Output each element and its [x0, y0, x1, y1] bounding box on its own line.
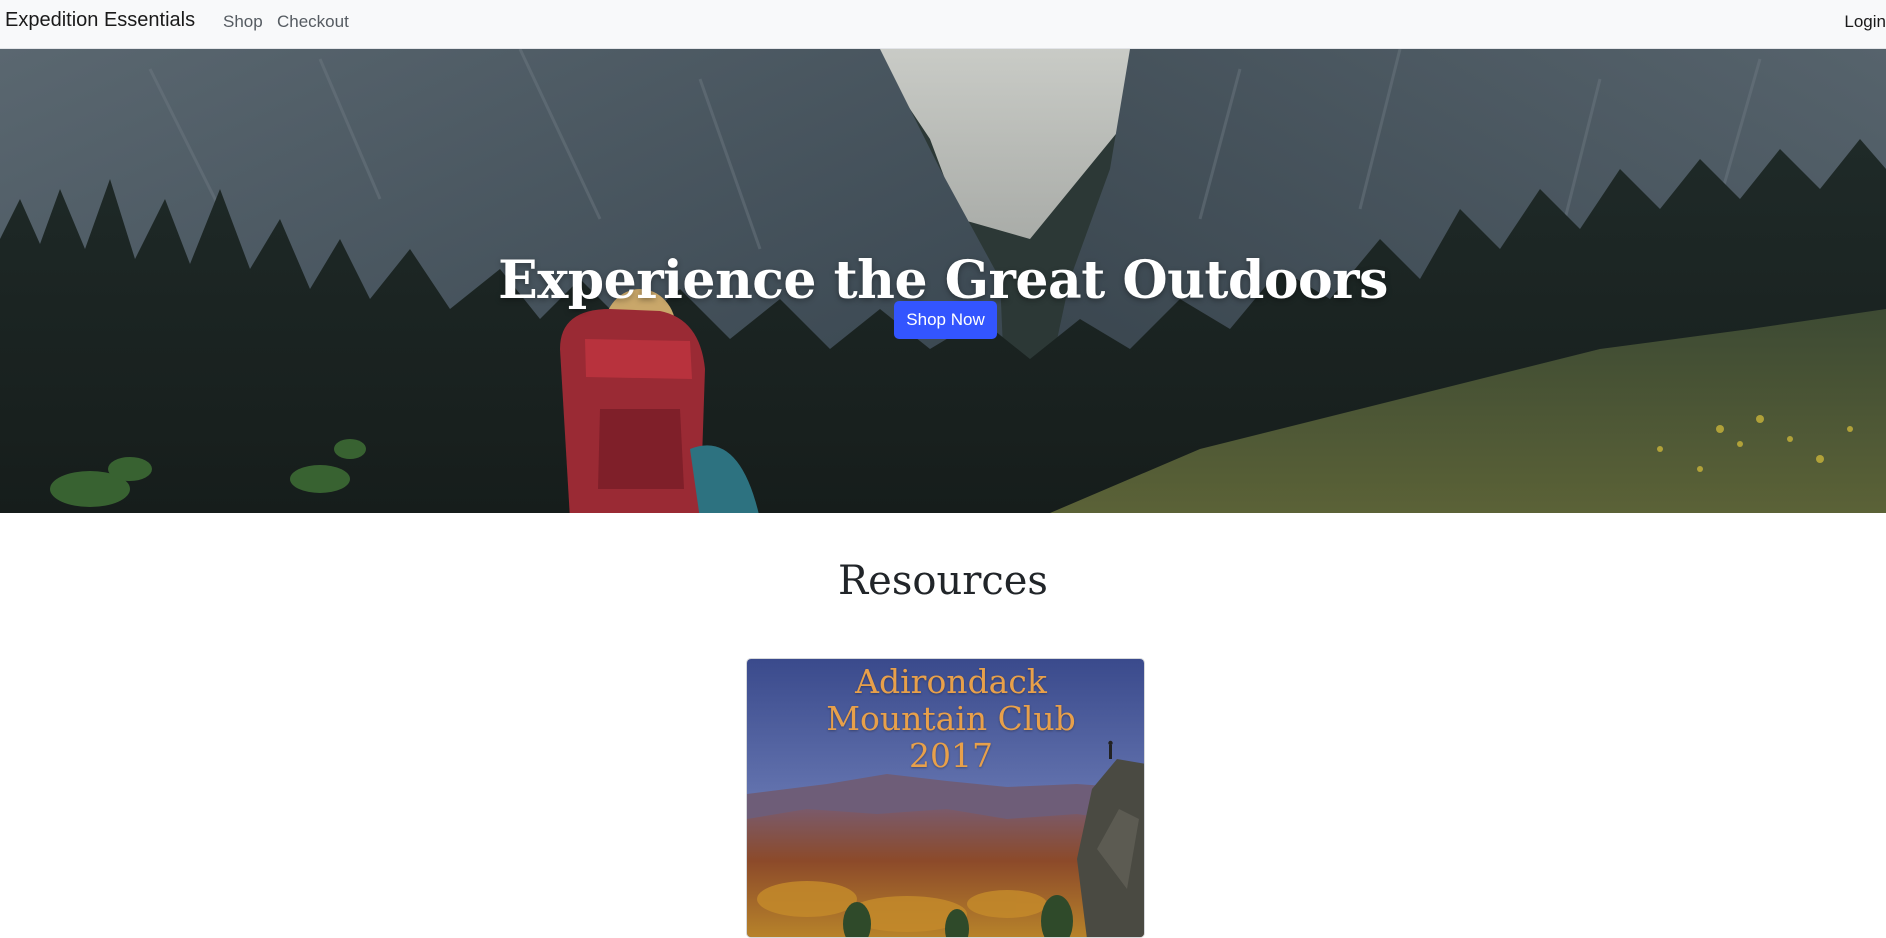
nav-link-shop[interactable]: Shop [223, 12, 263, 32]
shop-now-button[interactable]: Shop Now [894, 301, 997, 339]
resource-card[interactable]: Adirondack Mountain Club 2017 [746, 658, 1145, 938]
resources-heading: Resources [838, 558, 1048, 604]
brand-link[interactable]: Expedition Essentials [5, 9, 195, 32]
navbar: Expedition Essentials Shop Checkout Logi… [0, 0, 1886, 49]
hero-banner: Experience the Great Outdoors Shop Now [0, 49, 1886, 513]
resource-cover-title: Adirondack Mountain Club 2017 [826, 662, 1076, 775]
nav-link-checkout[interactable]: Checkout [277, 12, 349, 32]
nav-link-login[interactable]: Login [1844, 12, 1886, 32]
